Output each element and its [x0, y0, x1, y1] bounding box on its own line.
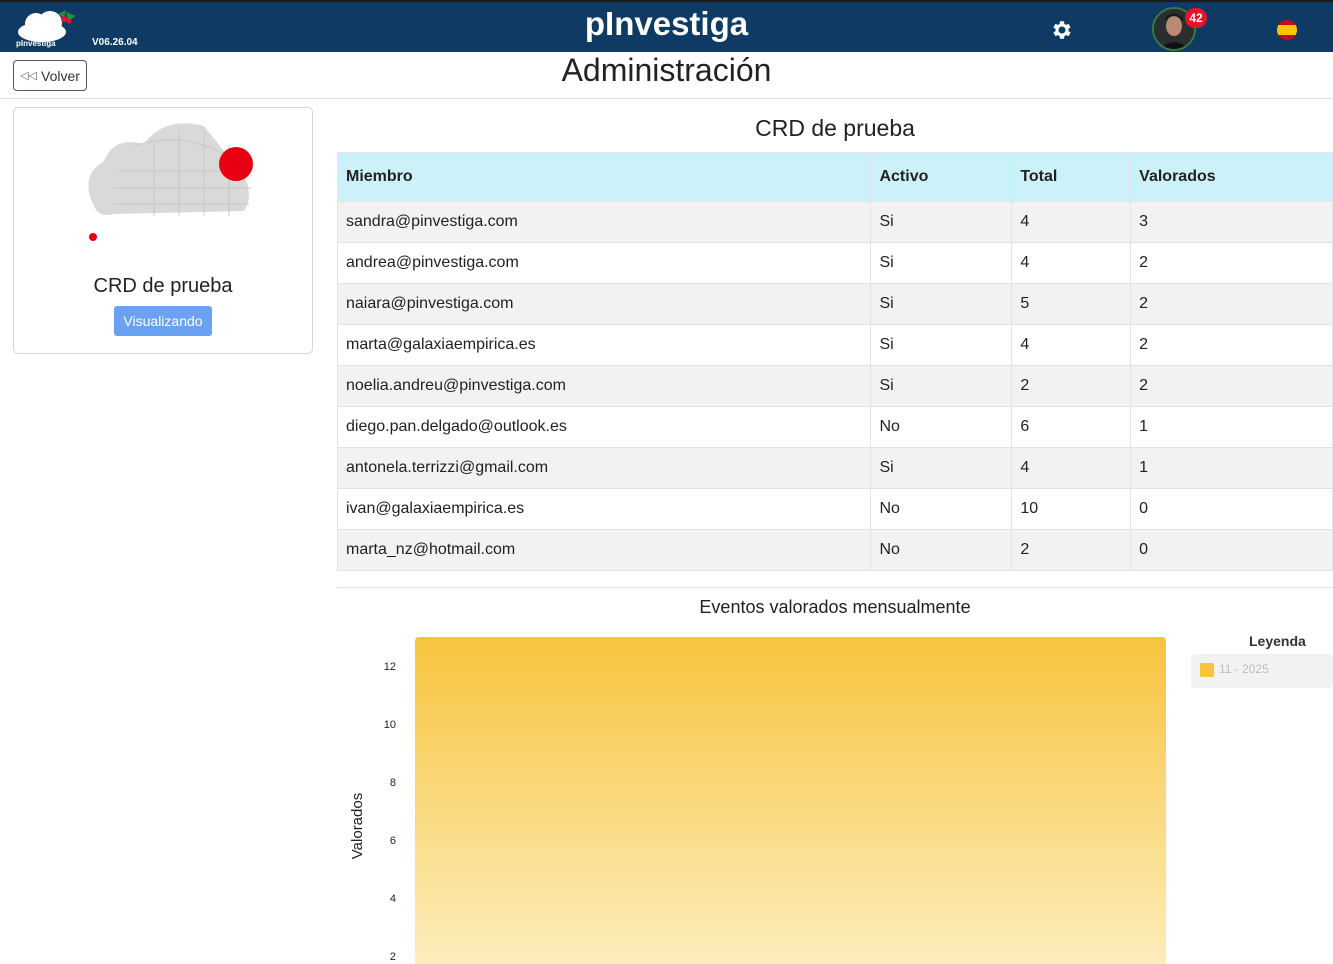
cell-total: 4	[1011, 201, 1132, 243]
table-header-row: Miembro Activo Total Valorados	[336, 152, 1333, 202]
cell-member: naiara@pinvestiga.com	[336, 283, 872, 325]
cell-active: No	[870, 406, 1013, 448]
cell-active: No	[870, 529, 1013, 571]
spain-flag-icon[interactable]	[1277, 20, 1297, 40]
legend-title: Leyenda	[1249, 633, 1306, 649]
version-label: V06.26.04	[92, 37, 138, 48]
crd-logo-image	[88, 123, 253, 241]
cell-member: noelia.andreu@pinvestiga.com	[336, 365, 872, 407]
cell-rated: 2	[1130, 283, 1333, 325]
y-tick-label: 10	[384, 719, 396, 731]
cell-rated: 2	[1130, 242, 1333, 284]
table-row: diego.pan.delgado@outlook.es No 6 1	[336, 406, 1333, 448]
cell-total: 2	[1011, 529, 1132, 571]
table-row: ivan@galaxiaempirica.es No 10 0	[336, 488, 1333, 530]
cell-rated: 2	[1130, 365, 1333, 407]
cell-member: marta@galaxiaempirica.es	[336, 324, 872, 366]
y-tick-label: 12	[384, 661, 396, 673]
cell-rated: 2	[1130, 324, 1333, 366]
crd-card: CRD de prueba Visualizando	[13, 107, 313, 354]
rated-events-chart: Valorados 2 4 6 8 10 12	[349, 637, 1168, 964]
cell-member: diego.pan.delgado@outlook.es	[336, 406, 872, 448]
cell-rated: 0	[1130, 488, 1333, 530]
cell-active: Si	[870, 242, 1013, 284]
table-row: noelia.andreu@pinvestiga.com Si 2 2	[336, 365, 1333, 407]
cell-rated: 3	[1130, 201, 1333, 243]
bar-11-2025[interactable]	[415, 637, 1166, 964]
cell-active: Si	[870, 324, 1013, 366]
cell-active: Si	[870, 201, 1013, 243]
cell-rated: 1	[1130, 447, 1333, 489]
table-row: andrea@pinvestiga.com Si 4 2	[336, 242, 1333, 284]
visualizing-button[interactable]: Visualizando	[114, 306, 212, 336]
cell-active: No	[870, 488, 1013, 530]
cell-rated: 0	[1130, 529, 1333, 571]
y-tick-label: 8	[390, 777, 396, 789]
cell-member: sandra@pinvestiga.com	[336, 201, 872, 243]
column-header-active[interactable]: Activo	[870, 152, 1013, 202]
column-header-total[interactable]: Total	[1011, 152, 1132, 202]
top-bar: pInvestiga V06.26.04 pInvestiga 42	[0, 0, 1333, 52]
cell-member: marta_nz@hotmail.com	[336, 529, 872, 571]
table-title: CRD de prueba	[755, 115, 915, 141]
page-title: Administración	[561, 52, 772, 88]
divider	[337, 587, 1333, 588]
y-axis-label: Valorados	[349, 793, 366, 859]
cell-total: 4	[1011, 324, 1132, 366]
cell-rated: 1	[1130, 406, 1333, 448]
cell-total: 4	[1011, 242, 1132, 284]
members-table: Miembro Activo Total Valorados sandra@pi…	[336, 152, 1333, 571]
settings-gear-icon[interactable]	[1049, 18, 1073, 42]
table-row: antonela.terrizzi@gmail.com Si 4 1	[336, 447, 1333, 489]
cell-member: andrea@pinvestiga.com	[336, 242, 872, 284]
y-tick-label: 4	[390, 893, 396, 905]
cell-total: 6	[1011, 406, 1132, 448]
divider	[0, 98, 1333, 99]
y-tick-label: 6	[390, 835, 396, 847]
legend-swatch	[1200, 663, 1214, 677]
logo-text: pInvestiga	[16, 39, 56, 48]
table-row: sandra@pinvestiga.com Si 4 3	[336, 201, 1333, 243]
cell-total: 2	[1011, 365, 1132, 407]
app-title: pInvestiga	[584, 5, 749, 42]
table-row: marta_nz@hotmail.com No 2 0	[336, 529, 1333, 571]
cell-active: Si	[870, 365, 1013, 407]
column-header-member[interactable]: Miembro	[336, 152, 872, 202]
cell-total: 5	[1011, 283, 1132, 325]
cell-member: antonela.terrizzi@gmail.com	[336, 447, 872, 489]
cell-total: 4	[1011, 447, 1132, 489]
legend-label: 11 - 2025	[1219, 662, 1269, 676]
cell-active: Si	[870, 283, 1013, 325]
table-row: naiara@pinvestiga.com Si 5 2	[336, 283, 1333, 325]
legend-item[interactable]: 11 - 2025	[1191, 654, 1333, 688]
chart-title: Eventos valorados mensualmente	[699, 597, 971, 617]
y-tick-label: 2	[390, 951, 396, 963]
column-header-rated[interactable]: Valorados	[1130, 152, 1333, 202]
cell-active: Si	[870, 447, 1013, 489]
notification-badge[interactable]: 42	[1185, 8, 1207, 28]
cell-total: 10	[1011, 488, 1132, 530]
table-row: marta@galaxiaempirica.es Si 4 2	[336, 324, 1333, 366]
crd-title: CRD de prueba	[93, 275, 233, 297]
cell-member: ivan@galaxiaempirica.es	[336, 488, 872, 530]
